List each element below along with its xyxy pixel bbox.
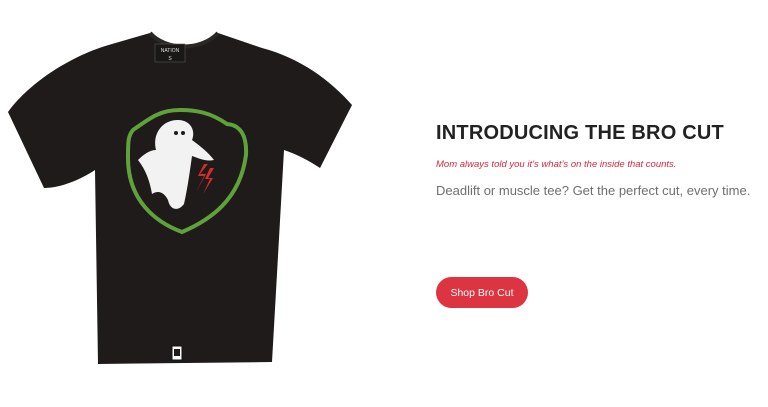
promo-tagline: Mom always told you it’s what’s on the i…	[436, 159, 677, 170]
promo-title: INTRODUCING THE BRO CUT	[436, 122, 724, 144]
product-image: NATION S	[0, 0, 360, 402]
neck-label-brand: NATION	[161, 48, 180, 54]
neck-label: NATION S	[154, 43, 186, 63]
promo-description: Deadlift or muscle tee? Get the perfect …	[436, 183, 751, 198]
tshirt-illustration: NATION S	[8, 31, 352, 364]
shop-bro-cut-button[interactable]: Shop Bro Cut	[436, 277, 528, 308]
